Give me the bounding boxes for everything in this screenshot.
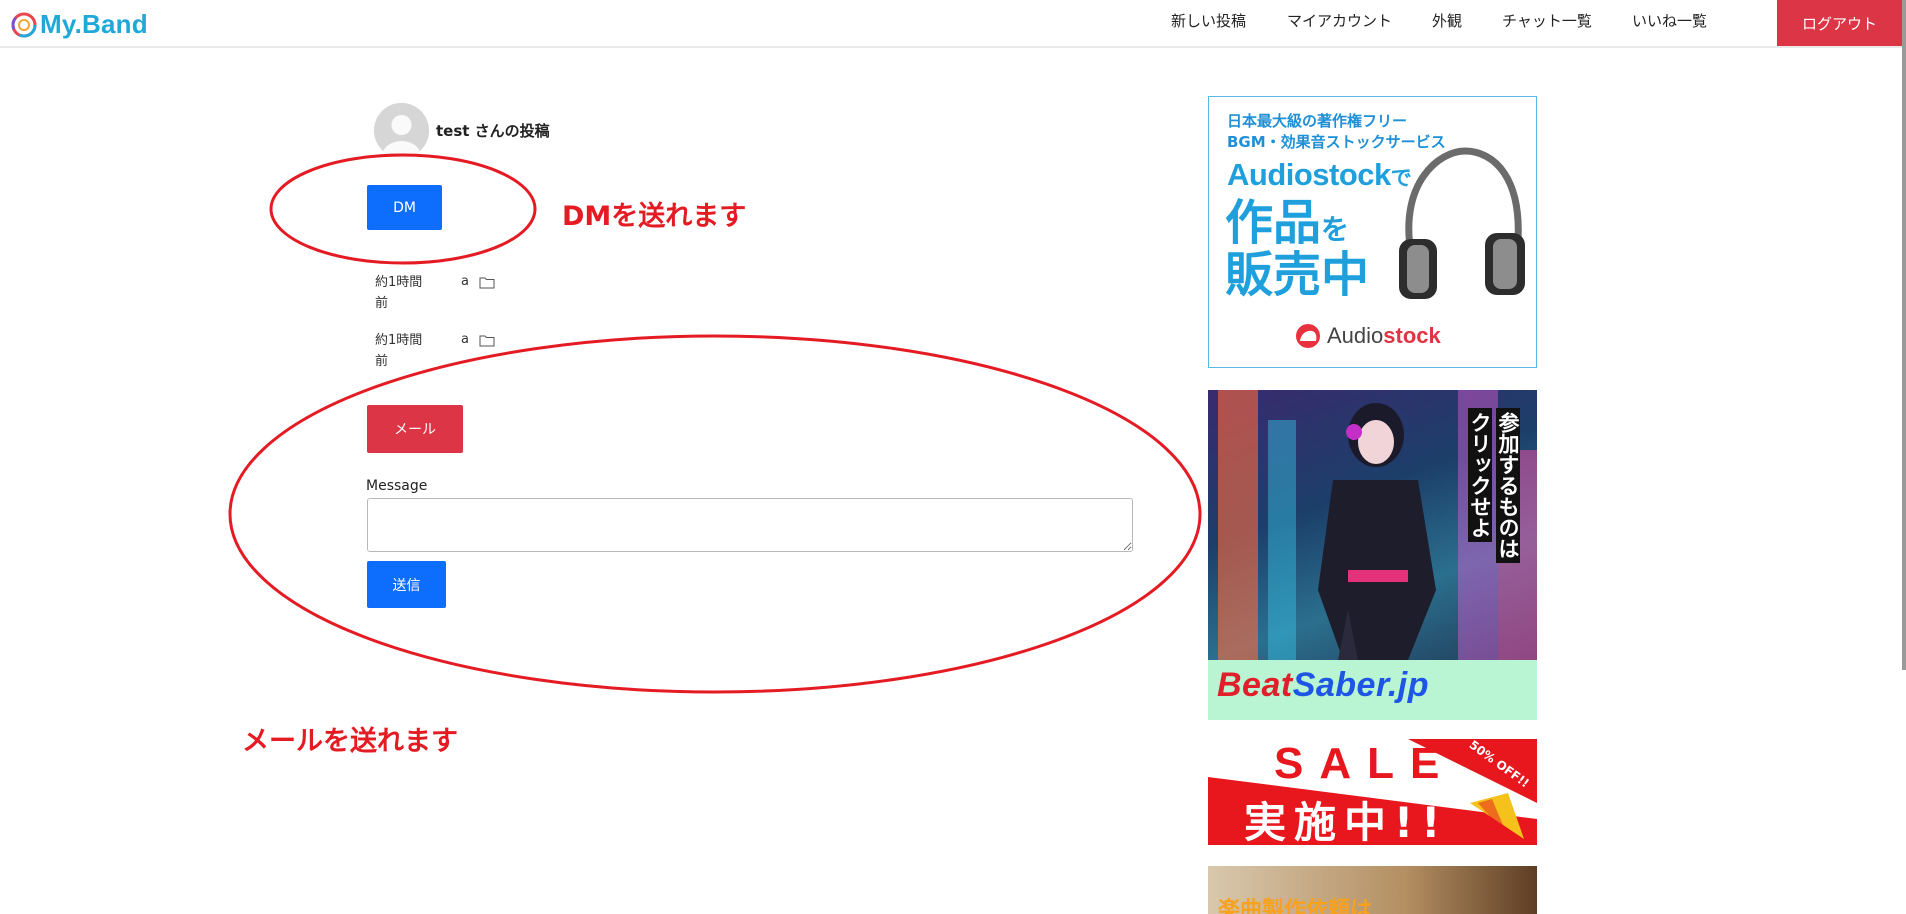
ad-vertical-text: 参加するものは [1496, 408, 1520, 563]
ad-headline: 販売中 [1225, 247, 1370, 303]
sale-title: SALE [1274, 739, 1456, 788]
nav-likes-list[interactable]: いいね一覧 [1632, 10, 1707, 31]
mail-annotation: メールを送れます [242, 726, 458, 757]
post-time: 約1時間前 [375, 333, 423, 369]
folder-icon[interactable] [479, 335, 495, 347]
top-navbar: My.Band 新しい投稿 マイアカウント 外観 チャット一覧 いいね一覧 ログ… [0, 0, 1906, 48]
ad-line: 日本最大級の著作権フリー [1227, 112, 1408, 130]
sale-ad[interactable]: SALE 実施中!! 50% OFF!! [1208, 739, 1537, 845]
message-label: Message [366, 478, 428, 494]
dm-button[interactable]: DM [367, 185, 442, 230]
post-title: test さんの投稿 [436, 122, 550, 140]
music-request-ad[interactable]: 楽曲製作依頼は [1208, 866, 1537, 914]
send-button[interactable]: 送信 [367, 561, 446, 608]
audiostock-ad[interactable]: 日本最大級の著作権フリー BGM・効果音ストックサービス Audiostockで… [1208, 96, 1537, 368]
nav-appearance[interactable]: 外観 [1432, 10, 1462, 31]
mail-button[interactable]: メール [367, 405, 463, 453]
user-silhouette-icon [374, 103, 429, 158]
nav-my-account[interactable]: マイアカウント [1287, 10, 1392, 31]
nav-new-post[interactable]: 新しい投稿 [1171, 10, 1246, 31]
site-logo[interactable]: My.Band [10, 9, 148, 40]
audiostock-brand: Audio stock [1295, 323, 1441, 349]
audiostock-logo-icon [1296, 324, 1320, 348]
sale-subtitle: 実施中!! [1244, 798, 1449, 845]
folder-icon[interactable] [479, 277, 495, 289]
post-time: 約1時間前 [375, 275, 423, 311]
logo-text: My.Band [40, 9, 148, 39]
dm-annotation: DMを送れます [562, 201, 747, 232]
headphones-icon [1399, 147, 1525, 299]
beatsaber-ad[interactable]: 参加するものは クリックせよ BeatSaber.jp [1208, 390, 1537, 720]
logo-ring-icon [11, 12, 37, 37]
logout-button[interactable]: ログアウト [1777, 0, 1902, 46]
message-textarea[interactable] [367, 498, 1133, 552]
post-user[interactable]: a [461, 332, 469, 347]
ad-headline: Audiostockで [1227, 157, 1412, 192]
ad-headline: 楽曲製作依頼は [1218, 898, 1373, 914]
post-user[interactable]: a [461, 274, 469, 289]
page-scrollbar[interactable] [1902, 0, 1906, 670]
ad-vertical-text: クリックせよ [1468, 408, 1492, 542]
annotation-overlay [228, 153, 1202, 694]
beatsaber-brand: BeatSaber.jp [1217, 666, 1429, 704]
nav-chat-list[interactable]: チャット一覧 [1502, 10, 1592, 31]
avatar [374, 103, 429, 158]
